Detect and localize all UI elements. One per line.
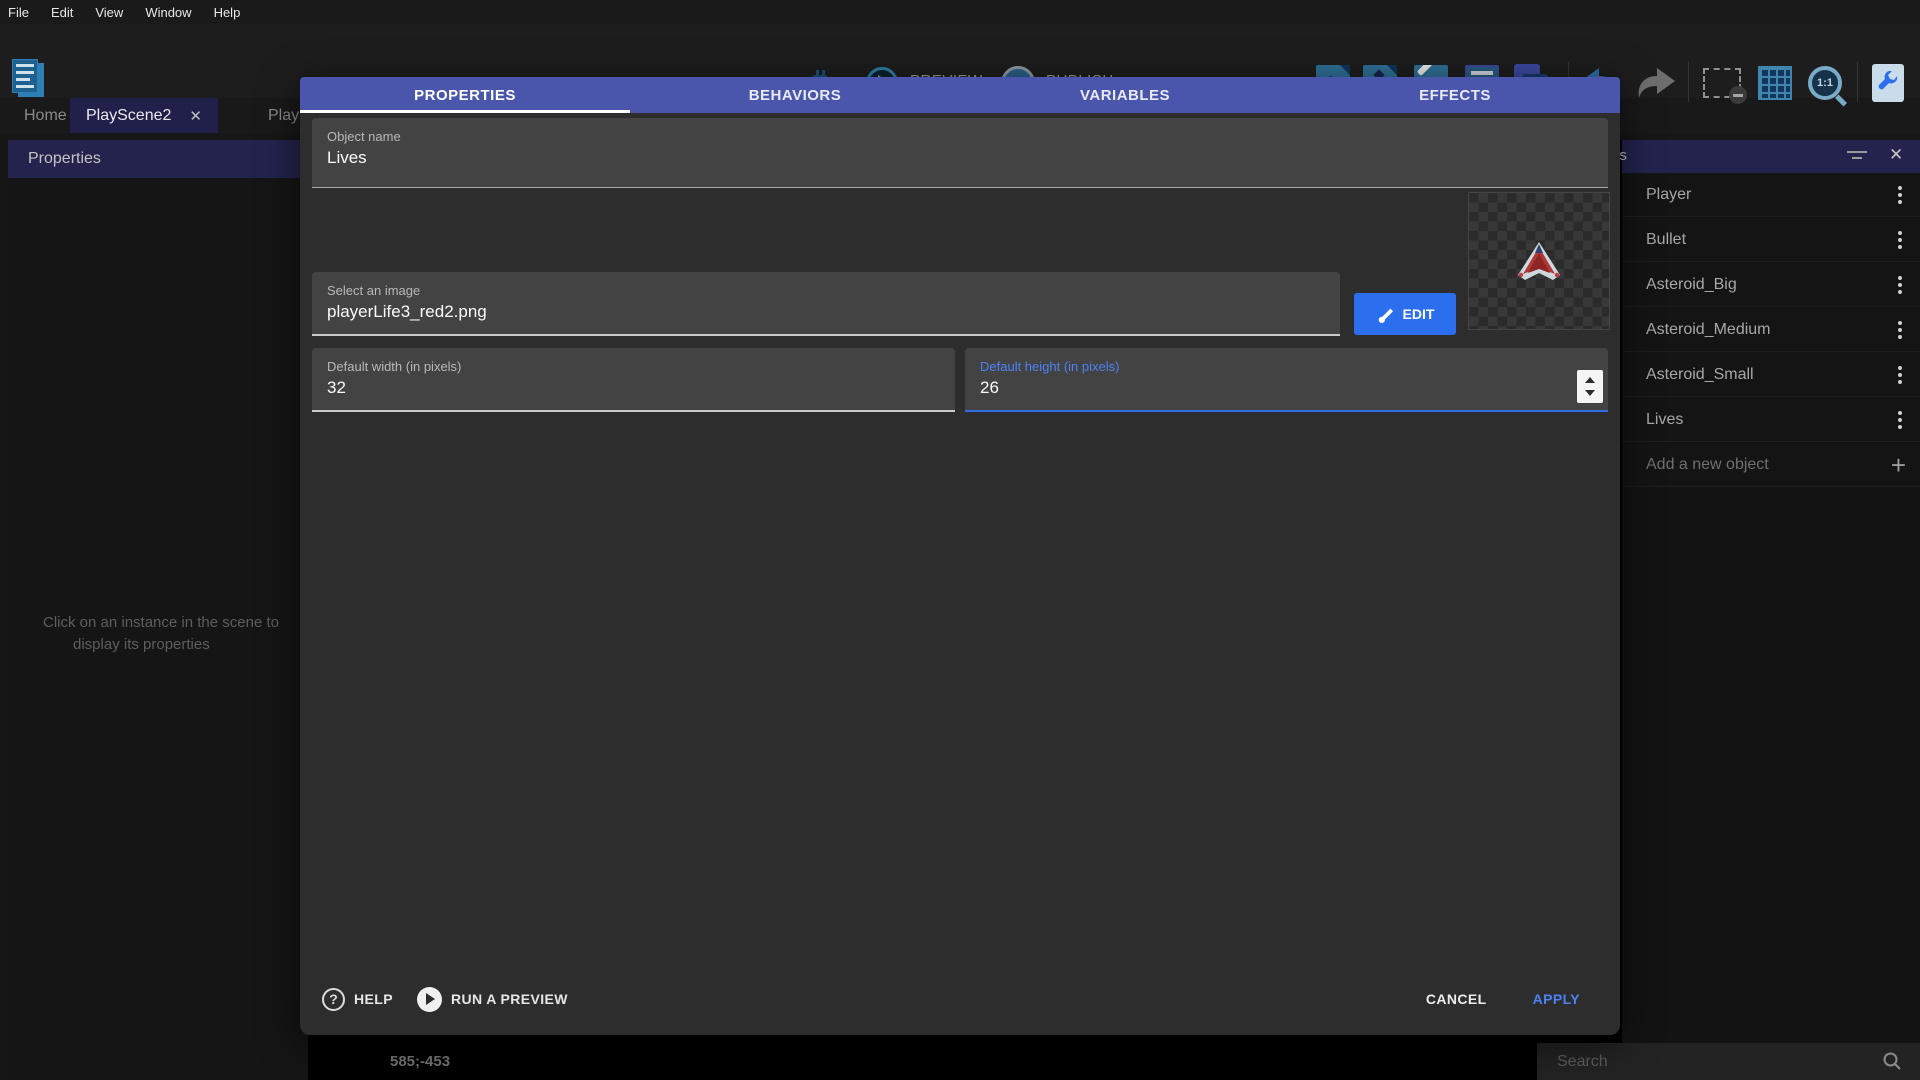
stepper-down-icon[interactable] [1585, 390, 1595, 396]
kebab-menu-icon[interactable] [1894, 182, 1906, 208]
object-name-input[interactable] [327, 148, 1493, 168]
help-button[interactable]: ? HELP [322, 988, 393, 1011]
play-icon [417, 987, 442, 1012]
stepper-up-icon[interactable] [1585, 377, 1595, 383]
default-width-input[interactable] [327, 378, 906, 398]
tab-playscene2[interactable]: PlayScene2 ✕ [70, 98, 218, 133]
tab-behaviors[interactable]: BEHAVIORS [630, 77, 960, 113]
clear-selection-icon[interactable] [1697, 61, 1747, 105]
default-height-input[interactable] [980, 378, 1559, 398]
kebab-menu-icon[interactable] [1894, 362, 1906, 388]
menu-edit[interactable]: Edit [40, 5, 84, 20]
kebab-menu-icon[interactable] [1894, 272, 1906, 298]
menu-bar: File Edit View Window Help [0, 0, 1920, 24]
cancel-button[interactable]: CANCEL [1414, 983, 1499, 1015]
tab-properties[interactable]: PROPERTIES [300, 77, 630, 113]
default-height-field: Default height (in pixels) [965, 348, 1608, 412]
object-name-label: Object name [327, 129, 401, 144]
objects-panel: Objects ✕ Player Bullet Asteroid_Big Ast… [1622, 140, 1920, 1043]
kebab-menu-icon[interactable] [1894, 407, 1906, 433]
grid-icon[interactable] [1755, 61, 1795, 105]
select-image-value[interactable]: playerLife3_red2.png [327, 302, 1252, 322]
kebab-menu-icon[interactable] [1894, 317, 1906, 343]
cursor-coordinates: 585;-453 [390, 1053, 450, 1070]
object-row-asteroid-small[interactable]: Asteroid_Small [1622, 353, 1920, 397]
object-row-player[interactable]: Player [1622, 173, 1920, 217]
search-icon [1882, 1051, 1902, 1071]
plus-icon: + [1891, 455, 1906, 475]
run-preview-button[interactable]: RUN A PREVIEW [417, 987, 568, 1012]
properties-panel: Properties Click on an instance in the s… [8, 140, 308, 1080]
select-image-field[interactable]: Select an image playerLife3_red2.png [312, 272, 1340, 336]
ship-sprite-image [1514, 239, 1564, 283]
dialog-tab-bar: PROPERTIES BEHAVIORS VARIABLES EFFECTS [300, 77, 1620, 113]
close-panel-icon[interactable]: ✕ [1889, 145, 1903, 165]
object-row-asteroid-medium[interactable]: Asteroid_Medium [1622, 308, 1920, 352]
apply-button[interactable]: APPLY [1521, 983, 1592, 1015]
add-new-object-button[interactable]: Add a new object + [1622, 443, 1920, 487]
brush-icon [1376, 305, 1394, 323]
default-width-label: Default width (in pixels) [327, 359, 461, 374]
edit-image-button[interactable]: EDIT [1354, 293, 1456, 335]
object-row-asteroid-big[interactable]: Asteroid_Big [1622, 263, 1920, 307]
default-height-label: Default height (in pixels) [980, 359, 1119, 374]
properties-panel-title: Properties [8, 140, 308, 178]
close-tab-icon[interactable]: ✕ [189, 107, 202, 125]
filter-icon[interactable] [1847, 151, 1867, 163]
setup-wrench-icon[interactable] [1868, 61, 1908, 105]
dialog-footer: ? HELP RUN A PREVIEW CANCEL APPLY [300, 963, 1620, 1035]
help-icon: ? [322, 988, 345, 1011]
menu-view[interactable]: View [84, 5, 134, 20]
number-stepper[interactable] [1577, 370, 1603, 403]
object-row-bullet[interactable]: Bullet [1622, 218, 1920, 262]
object-row-lives[interactable]: Lives [1622, 398, 1920, 442]
objects-panel-header: Objects ✕ [1622, 140, 1920, 173]
menu-help[interactable]: Help [203, 5, 252, 20]
tab-variables[interactable]: VARIABLES [960, 77, 1290, 113]
select-image-label: Select an image [327, 283, 420, 298]
menu-file[interactable]: File [8, 5, 40, 20]
sprite-preview[interactable] [1468, 192, 1610, 330]
default-width-field: Default width (in pixels) [312, 348, 955, 412]
search-input[interactable] [1557, 1053, 1857, 1071]
redo-icon[interactable] [1632, 61, 1678, 105]
zoom-1-1-icon[interactable]: 1:1 [1802, 61, 1848, 105]
object-name-field: Object name [312, 118, 1608, 188]
object-search-bar [1537, 1043, 1920, 1080]
menu-window[interactable]: Window [134, 5, 202, 20]
kebab-menu-icon[interactable] [1894, 227, 1906, 253]
gdevelop-window: 585;-453 File Edit View Window Help [0, 0, 1920, 1080]
tab-effects[interactable]: EFFECTS [1290, 77, 1620, 113]
object-properties-dialog: PROPERTIES BEHAVIORS VARIABLES EFFECTS O… [300, 77, 1620, 1035]
